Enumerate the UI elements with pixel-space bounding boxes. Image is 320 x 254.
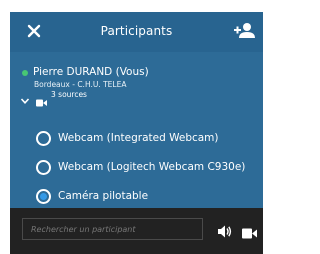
source-label: Caméra pilotable [58, 190, 149, 202]
camera-icon[interactable] [242, 224, 257, 239]
search-participant-input[interactable] [22, 218, 203, 240]
panel-title: Participants [100, 24, 173, 38]
sources-count: 3 sources [51, 90, 87, 99]
radio-button[interactable] [36, 131, 51, 146]
radio-button[interactable] [36, 160, 51, 175]
participant-location: Bordeaux - C.H.U. TELEA [34, 80, 127, 89]
source-label: Webcam (Logitech Webcam C930e) [58, 161, 246, 173]
source-option-camera-pilotable[interactable]: Caméra pilotable [36, 188, 256, 208]
panel-header: Participants [10, 12, 263, 52]
source-option-logitech-webcam[interactable]: Webcam (Logitech Webcam C930e) [36, 159, 256, 179]
chevron-down-icon [20, 91, 30, 104]
add-user-icon[interactable] [233, 21, 255, 41]
online-status-icon [22, 70, 28, 76]
panel-footer [10, 208, 263, 254]
participant-name: Pierre DURAND (Vous) [33, 66, 149, 78]
source-label: Webcam (Integrated Webcam) [58, 132, 219, 144]
speaker-icon[interactable] [218, 223, 232, 238]
radio-button-selected[interactable] [36, 189, 51, 204]
source-option-integrated-webcam[interactable]: Webcam (Integrated Webcam) [36, 130, 256, 150]
participants-panel: Participants Pierre DURAND (Vous) Bordea… [10, 12, 263, 254]
video-camera-icon [36, 92, 47, 107]
